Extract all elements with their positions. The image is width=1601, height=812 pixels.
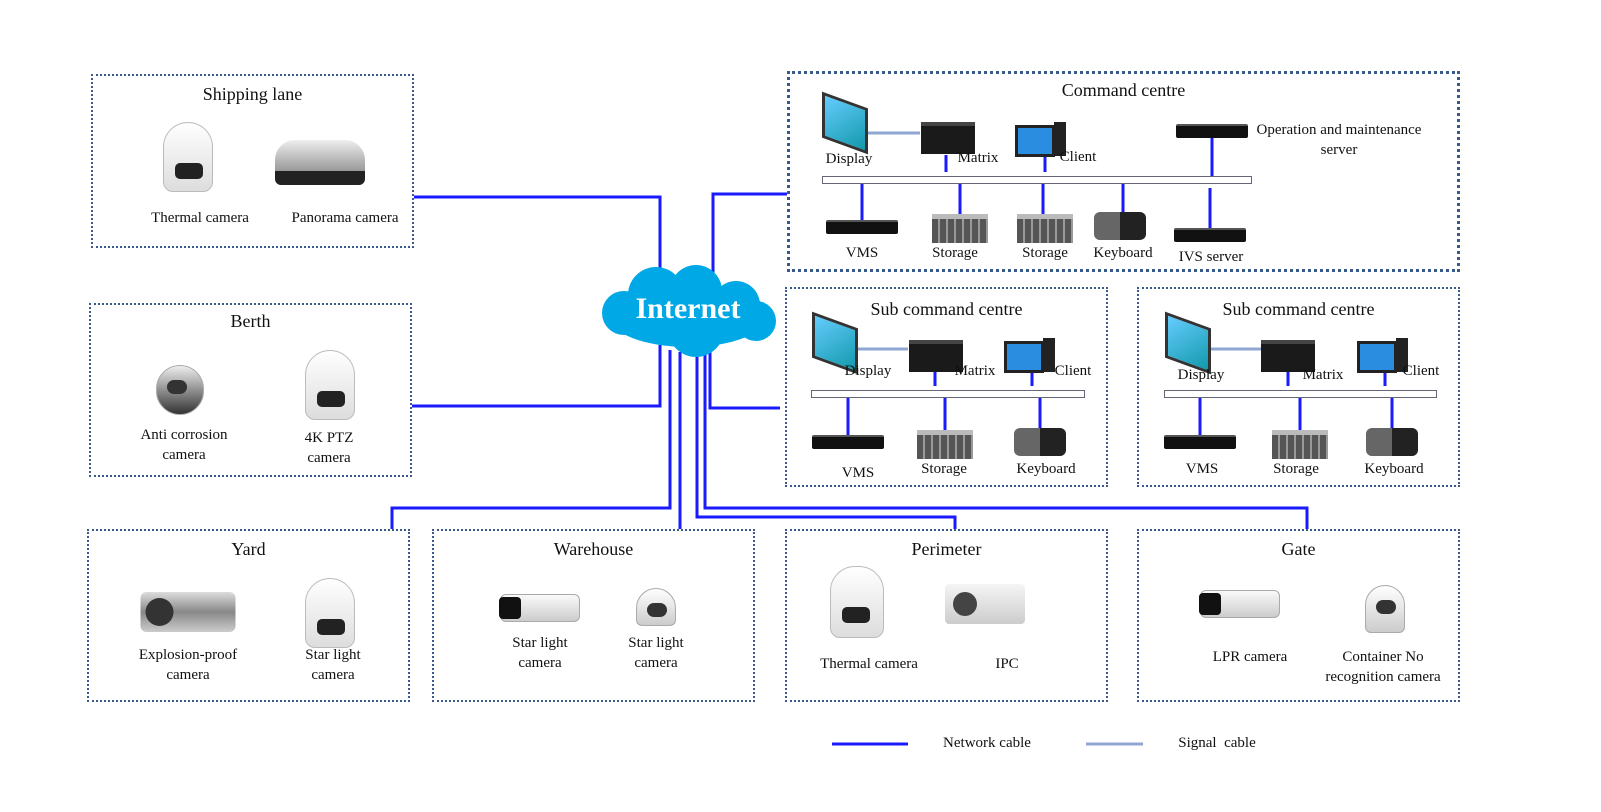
label-line: camera: [518, 655, 562, 671]
client-pc-icon: [1004, 338, 1055, 373]
ptz-camera-icon: [305, 350, 355, 420]
group-title: Shipping lane: [202, 84, 303, 104]
device-label: Operation and maintenance server: [1257, 120, 1422, 160]
label-line: server: [1320, 142, 1358, 158]
lpr-camera-icon: [1199, 590, 1280, 618]
group-title: Perimeter: [911, 539, 982, 559]
container-recognition-camera-icon: [1365, 585, 1405, 633]
label-line: camera: [311, 667, 355, 683]
label-line: recognition camera: [1325, 669, 1441, 685]
device-label: Display: [844, 363, 892, 379]
device-label: IPC: [995, 656, 1019, 672]
group-title: Command centre: [1061, 80, 1186, 100]
om-server-icon: [1176, 124, 1248, 138]
client-pc-icon: [1357, 338, 1408, 373]
device-label: Thermal camera: [820, 656, 918, 672]
label-line: Star light: [512, 635, 568, 651]
device-label: Matrix: [954, 363, 996, 379]
warehouse-group: Warehouse: [432, 529, 755, 702]
device-label: VMS: [845, 245, 879, 261]
device-label: Panorama camera: [291, 210, 399, 226]
device-label: Client: [1054, 363, 1092, 379]
group-title: Sub command centre: [870, 299, 1023, 319]
vms-icon: [812, 435, 884, 449]
device-label: Explosion-proof camera: [139, 645, 237, 685]
vms-icon: [826, 220, 898, 234]
star-light-dome-camera-icon: [636, 588, 676, 626]
legend-signal-label: Signal cable: [1178, 735, 1256, 751]
device-label: Client: [1402, 363, 1440, 379]
label-line: Explosion-proof: [138, 647, 238, 663]
ipc-icon: [945, 584, 1025, 624]
device-label: Matrix: [1302, 367, 1344, 383]
device-label: Client: [1059, 149, 1097, 165]
cc-bus: [822, 176, 1252, 184]
group-title: Berth: [230, 311, 271, 331]
device-label: Matrix: [957, 150, 999, 166]
device-label: VMS: [1185, 461, 1219, 477]
device-label: Keyboard: [1093, 245, 1153, 261]
label-line: Anti corrosion: [140, 427, 228, 443]
keyboard-icon: [1366, 428, 1418, 456]
device-label: Container No recognition camera: [1325, 647, 1440, 687]
star-light-camera-icon: [305, 578, 355, 648]
thermal-camera-icon: [163, 122, 213, 192]
berth-group: Berth: [89, 303, 412, 477]
star-light-bullet-camera-icon: [499, 594, 580, 622]
device-label: Star light camera: [305, 645, 360, 685]
panorama-camera-icon: [275, 140, 365, 185]
device-label: Storage: [921, 461, 967, 477]
label-line: Operation and maintenance: [1256, 122, 1422, 138]
explosion-proof-camera-icon: [140, 592, 236, 632]
group-title: Yard: [231, 539, 266, 559]
device-label: Thermal camera: [151, 210, 249, 226]
network-cable-command: [711, 192, 787, 275]
storage-icon: [932, 214, 988, 243]
group-title: Warehouse: [553, 539, 634, 559]
device-label: Star light camera: [628, 633, 683, 673]
device-label: Storage: [932, 245, 978, 261]
label-line: Container No: [1342, 649, 1424, 665]
device-label: Keyboard: [1016, 461, 1076, 477]
device-label: Storage: [1022, 245, 1068, 261]
client-pc-icon: [1015, 122, 1066, 157]
device-label: IVS server: [1178, 249, 1244, 265]
storage-icon: [1272, 430, 1328, 459]
device-label: VMS: [841, 465, 875, 481]
label-line: camera: [166, 667, 210, 683]
storage-icon: [1017, 214, 1073, 243]
legend-network-label: Network cable: [943, 735, 1031, 751]
anti-corrosion-camera-icon: [156, 365, 204, 415]
keyboard-icon: [1094, 212, 1146, 240]
yard-group: Yard: [87, 529, 410, 702]
group-title: Sub command centre: [1222, 299, 1375, 319]
storage-icon: [917, 430, 973, 459]
device-label: Star light camera: [512, 633, 567, 673]
device-label: Display: [1177, 367, 1225, 383]
ivs-server-icon: [1174, 228, 1246, 242]
command-centre-group: Command centre: [787, 71, 1460, 272]
label-line: Star light: [628, 635, 684, 651]
network-cable-yard: [390, 350, 672, 529]
keyboard-icon: [1014, 428, 1066, 456]
network-diagram: Internet Shipping lane Thermal camera Pa…: [0, 0, 1601, 812]
label-line: camera: [634, 655, 678, 671]
label-line: 4K PTZ: [304, 430, 354, 446]
label-line: camera: [162, 447, 206, 463]
internet-label: Internet: [635, 292, 741, 325]
thermal-camera-icon: [830, 566, 884, 638]
device-label: Display: [825, 151, 873, 167]
sub1-bus: [811, 390, 1085, 398]
device-label: Anti corrosion camera: [140, 425, 227, 465]
label-line: camera: [307, 450, 351, 466]
device-label: 4K PTZ camera: [305, 428, 354, 468]
device-label: Storage: [1273, 461, 1319, 477]
label-line: Star light: [305, 647, 361, 663]
group-title: Gate: [1281, 539, 1316, 559]
device-label: Keyboard: [1364, 461, 1424, 477]
sub2-bus: [1164, 390, 1437, 398]
device-label: LPR camera: [1212, 649, 1288, 665]
vms-icon: [1164, 435, 1236, 449]
